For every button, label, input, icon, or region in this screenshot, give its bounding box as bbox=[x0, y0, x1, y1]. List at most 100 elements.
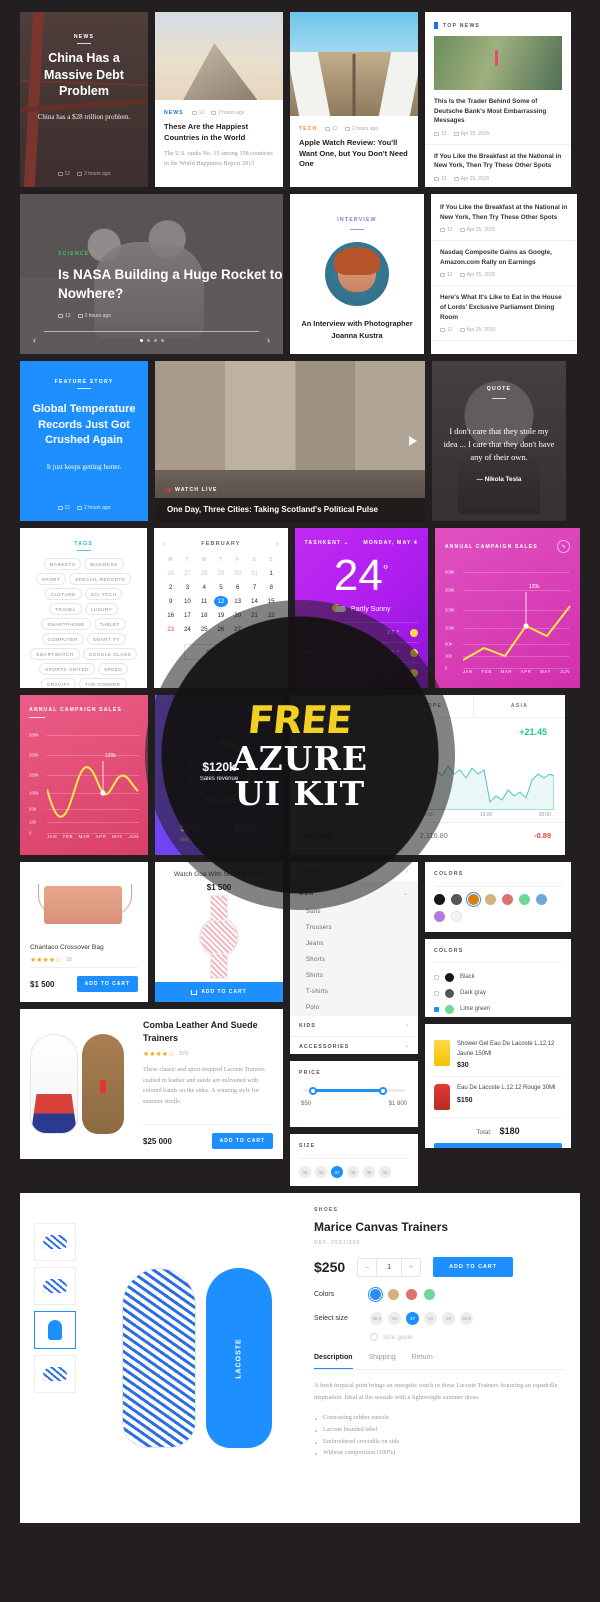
product-card-trainers[interactable]: Comba Leather And Suede Trainers ★★★★☆ 57… bbox=[20, 1009, 283, 1159]
slider-dots[interactable] bbox=[139, 338, 164, 342]
calendar-day[interactable]: 10 bbox=[180, 596, 195, 608]
prev-arrow-icon[interactable]: ‹ bbox=[33, 335, 36, 345]
tag-chip[interactable]: THE CORNER bbox=[79, 678, 127, 688]
next-month-icon[interactable]: › bbox=[276, 539, 279, 548]
calendar-day[interactable]: 27 bbox=[180, 568, 195, 580]
color-swatch[interactable] bbox=[451, 894, 462, 905]
color-swatch[interactable] bbox=[465, 891, 482, 908]
list-item[interactable]: This Is the Trader Behind Some of Deutsc… bbox=[425, 90, 571, 145]
calendar-day[interactable]: 22 bbox=[264, 609, 279, 621]
thumbnail-selected[interactable] bbox=[34, 1311, 76, 1349]
tab-description[interactable]: Description bbox=[314, 1354, 353, 1369]
calendar-day[interactable]: 28 bbox=[197, 568, 212, 580]
city-selector[interactable]: TASHKENT ⌄ bbox=[305, 540, 350, 546]
detail-size-option[interactable]: 39.5 bbox=[460, 1312, 473, 1325]
detail-color-swatch[interactable] bbox=[367, 1286, 384, 1303]
region-tabs[interactable]: AMERICAS EUROPE ASIA bbox=[290, 695, 565, 718]
add-to-cart-button[interactable]: ADD TO CART bbox=[211, 1133, 273, 1149]
nav-subitem[interactable]: Trousers bbox=[290, 920, 418, 936]
list-item[interactable]: If You Like the Breakfast at the Nationa… bbox=[425, 145, 571, 187]
calendar-day[interactable]: 4 bbox=[197, 582, 212, 594]
checkbox-list[interactable]: Black Dark gray Lime green bbox=[434, 962, 562, 1017]
detail-size-option[interactable]: 37 bbox=[406, 1312, 419, 1325]
color-swatch[interactable] bbox=[451, 911, 462, 922]
tag-chip[interactable]: SMARTWATCH bbox=[30, 648, 80, 661]
nav-item-men[interactable]: MEN ⌄ bbox=[290, 883, 418, 904]
thumbnail[interactable] bbox=[34, 1355, 76, 1393]
feature-story-card[interactable]: FEATURE STORY Global Temperature Records… bbox=[20, 361, 148, 521]
archive-button[interactable]: ARCHIVE bbox=[183, 643, 258, 660]
calendar-day[interactable]: 24 bbox=[180, 623, 195, 635]
tag-chip[interactable]: COMPUTER bbox=[41, 633, 84, 646]
nav-subitem[interactable]: Shirts bbox=[290, 968, 418, 984]
nav-item-kids[interactable]: KIDS › bbox=[290, 1016, 418, 1037]
tag-chip[interactable]: SMARTPHONE bbox=[41, 618, 91, 631]
calendar-day[interactable]: 13 bbox=[230, 596, 245, 608]
calendar-grid[interactable]: M T W T F S S 26 27 28 29 30 31 1 2 3 4 5 6 7 8 9 10 11 12 13 14 15… bbox=[163, 557, 278, 635]
tag-chip[interactable]: TRAVEL bbox=[49, 603, 82, 616]
size-option[interactable]: 35 bbox=[299, 1166, 311, 1178]
calendar-day[interactable]: 1 bbox=[264, 623, 279, 635]
calendar-day[interactable]: 3 bbox=[180, 582, 195, 594]
detail-size-option[interactable]: 38 bbox=[424, 1312, 437, 1325]
detail-color-swatch[interactable] bbox=[388, 1289, 399, 1300]
calendar-day[interactable]: 31 bbox=[247, 568, 262, 580]
tag-chip[interactable]: GOOGLE GLASS bbox=[82, 648, 138, 661]
tag-chip[interactable]: BUSINESS bbox=[84, 558, 124, 571]
nav-item-women[interactable]: WOMEN › bbox=[290, 862, 418, 883]
calendar-day[interactable]: 19 bbox=[214, 609, 229, 621]
nav-subitem[interactable]: Jeans bbox=[290, 936, 418, 952]
tab-return[interactable]: Return bbox=[412, 1354, 433, 1369]
thumbnail-gallery[interactable] bbox=[34, 1207, 80, 1509]
nav-subitem[interactable]: Shorts bbox=[290, 952, 418, 968]
size-option[interactable]: 37 bbox=[331, 1166, 343, 1178]
product-card-bag[interactable]: Chantaco Crossover Bag ★★★★☆ 25 $1 500 AD… bbox=[20, 862, 148, 1002]
calendar-day[interactable]: 26 bbox=[214, 623, 229, 635]
tag-chip[interactable]: CULTURE bbox=[44, 588, 82, 601]
tab-asia[interactable]: ASIA bbox=[474, 695, 565, 717]
thumbnail[interactable] bbox=[34, 1267, 76, 1305]
tag-chip[interactable]: SPORTS UNITED bbox=[39, 663, 95, 676]
size-options[interactable]: 35 36 37 38 39 40 bbox=[299, 1158, 409, 1178]
nav-subitem[interactable]: T-shirts bbox=[290, 984, 418, 1000]
tag-chip[interactable]: SPEED bbox=[97, 663, 129, 676]
add-to-cart-button[interactable]: ADD TO CART bbox=[433, 1257, 514, 1277]
tag-chip[interactable]: TABLET bbox=[93, 618, 126, 631]
calendar-day[interactable]: 5 bbox=[214, 582, 229, 594]
news-card-happiest[interactable]: NEWS 12 2 hours ago These Are the Happie… bbox=[155, 12, 283, 187]
color-swatch[interactable] bbox=[434, 911, 445, 922]
color-swatch[interactable] bbox=[536, 894, 547, 905]
calendar-day[interactable]: 16 bbox=[163, 609, 178, 621]
calendar-day[interactable]: 23 bbox=[163, 623, 178, 635]
tag-chip[interactable]: SMART TV bbox=[86, 633, 126, 646]
nav-subitem[interactable]: Suits bbox=[290, 904, 418, 920]
calendar-day[interactable]: 12 bbox=[213, 595, 229, 608]
size-option[interactable]: 36 bbox=[315, 1166, 327, 1178]
thumbnail[interactable] bbox=[34, 1223, 76, 1261]
list-item[interactable]: Nasdaq Composite Gains as Google, Amazon… bbox=[431, 241, 577, 287]
tag-chip[interactable]: MARKETS bbox=[43, 558, 82, 571]
calendar-day[interactable]: 7 bbox=[247, 582, 262, 594]
calendar-day[interactable]: 28 bbox=[247, 623, 262, 635]
next-arrow-icon[interactable]: › bbox=[267, 335, 270, 345]
tag-chip[interactable]: SCI-TECH bbox=[84, 588, 123, 601]
size-option[interactable]: 40 bbox=[379, 1166, 391, 1178]
slider-knob-min[interactable] bbox=[309, 1086, 318, 1095]
increment-button[interactable]: + bbox=[402, 1259, 420, 1276]
chart-type-icon[interactable]: ∿ bbox=[557, 540, 570, 553]
price-range-slider[interactable] bbox=[303, 1086, 405, 1095]
detail-color-swatch[interactable] bbox=[406, 1289, 417, 1300]
decrement-button[interactable]: – bbox=[358, 1259, 376, 1276]
news-slider-nasa[interactable]: SCIENCE Is NASA Building a Huge Rocket t… bbox=[20, 194, 283, 354]
calendar-day[interactable]: 17 bbox=[180, 609, 195, 621]
detail-size-option[interactable]: 36 bbox=[388, 1312, 401, 1325]
checkout-button[interactable]: CHECKOUT bbox=[434, 1143, 562, 1148]
tab-shipping[interactable]: Shipping bbox=[369, 1354, 396, 1369]
checkbox[interactable] bbox=[434, 1006, 439, 1012]
nav-subitem[interactable]: Polo bbox=[290, 1000, 418, 1016]
tag-chip[interactable]: GRAVITY bbox=[40, 678, 77, 688]
calendar-day[interactable]: 1 bbox=[264, 568, 279, 580]
detail-size-option[interactable]: 35.5 bbox=[370, 1312, 383, 1325]
calendar-day[interactable]: 21 bbox=[247, 609, 262, 621]
tag-chip[interactable]: SPECIAL REPORTS bbox=[69, 573, 132, 586]
